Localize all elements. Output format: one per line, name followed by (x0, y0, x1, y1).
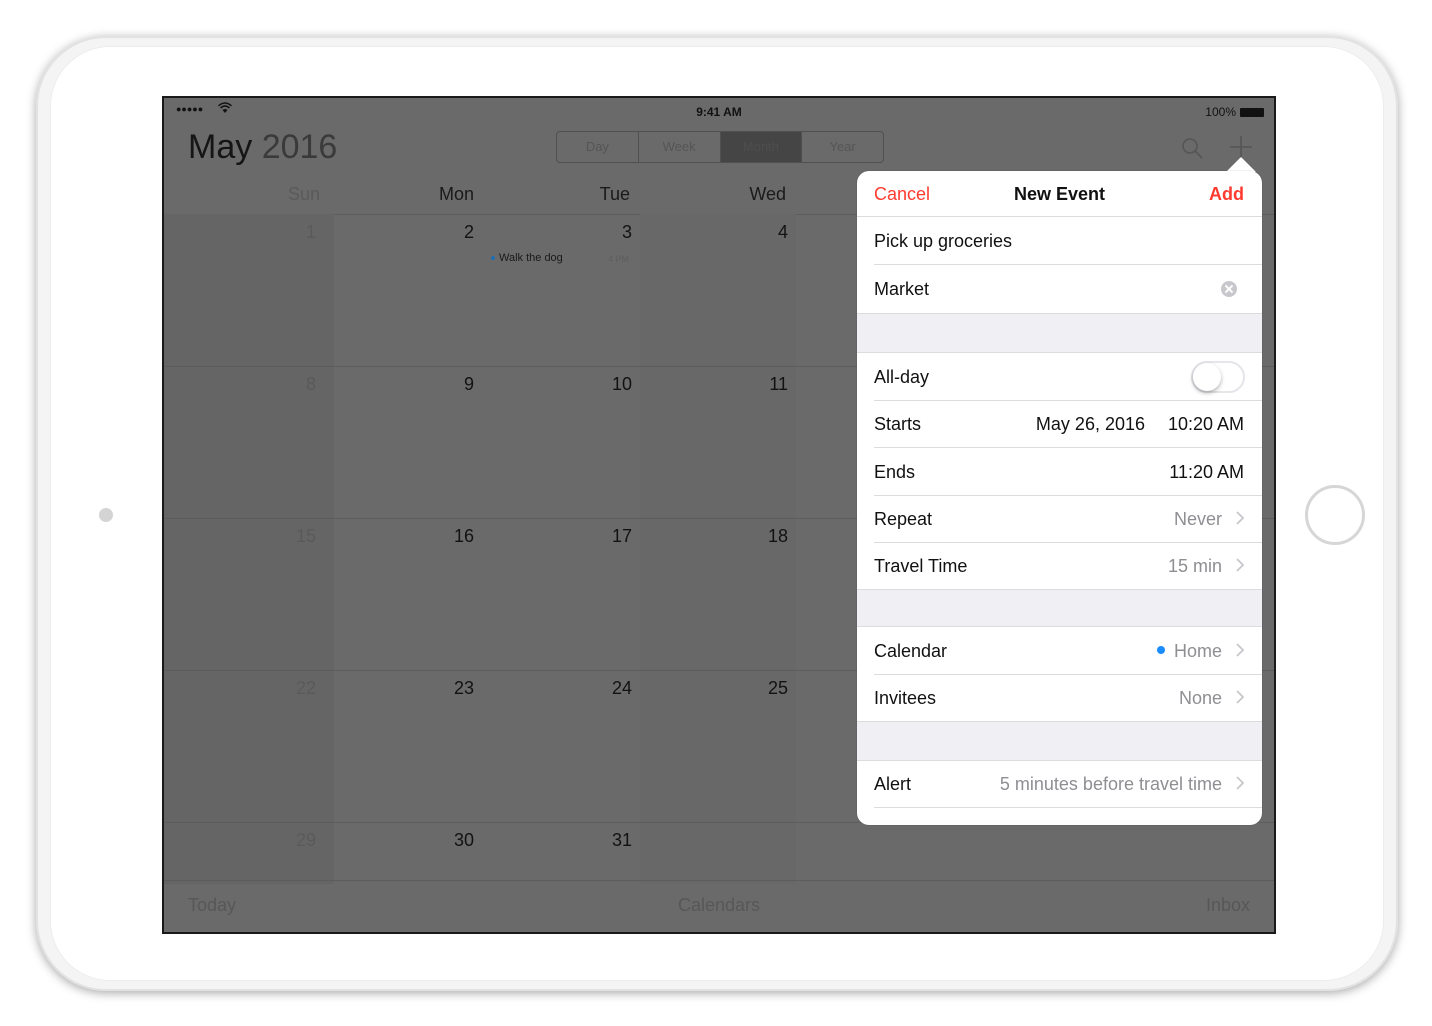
section-gap (857, 589, 1262, 627)
bottom-toolbar: Today Calendars Inbox (164, 880, 1274, 932)
day-cell[interactable]: 9 (434, 374, 474, 395)
weekday-column-shade (640, 214, 796, 884)
allday-toggle[interactable] (1191, 361, 1245, 393)
chevron-right-icon (1236, 643, 1244, 657)
calendar-row[interactable]: Calendar Home (857, 627, 1262, 675)
day-cell[interactable]: 8 (276, 374, 316, 395)
day-cell[interactable]: 25 (748, 678, 788, 699)
popover-title: New Event (1013, 184, 1106, 204)
home-button[interactable] (1305, 485, 1365, 545)
new-event-popover: Cancel New Event Add Pick up groceries M… (857, 171, 1262, 825)
invitees-row[interactable]: Invitees None (857, 674, 1262, 722)
chevron-right-icon (1236, 690, 1244, 704)
calendars-button[interactable]: Calendars (678, 895, 760, 916)
toggle-knob (1193, 363, 1221, 391)
section-gap (857, 721, 1262, 761)
day-cell[interactable]: 18 (748, 526, 788, 547)
weekday-wed: Wed (749, 184, 786, 204)
ends-time: 11:20 AM (1169, 462, 1244, 482)
location-value: Market (874, 279, 930, 299)
weekend-column (164, 214, 334, 884)
allday-label: All-day (874, 367, 930, 387)
starts-date: May 26, 2016 (1035, 414, 1145, 434)
section-gap (857, 313, 1262, 353)
starts-row[interactable]: Starts May 26, 2016 10:20 AM (857, 400, 1262, 448)
chevron-right-icon (1236, 511, 1244, 525)
alert-row[interactable]: Alert 5 minutes before travel time (857, 760, 1262, 808)
row-divider (874, 807, 1262, 808)
event-title: Walk the dog (499, 252, 563, 264)
travel-time-value: 15 min (1167, 556, 1222, 576)
popover-nav-bar: Cancel New Event Add (857, 171, 1262, 217)
battery-percent: 100% (1205, 105, 1236, 119)
weekday-tue: Tue (599, 184, 630, 204)
tab-day[interactable]: Day (557, 132, 639, 162)
day-cell[interactable]: 3 (592, 222, 632, 243)
inbox-button[interactable]: Inbox (1206, 895, 1250, 916)
page-title: May 2016 (188, 128, 337, 167)
starts-time: 10:20 AM (1167, 414, 1244, 434)
calendar-event[interactable]: Walk the dog (491, 252, 563, 264)
repeat-label: Repeat (874, 509, 933, 529)
popover-arrow (1226, 157, 1256, 172)
starts-label: Starts (874, 414, 922, 434)
repeat-row[interactable]: Repeat Never (857, 495, 1262, 543)
event-dot (491, 256, 495, 261)
day-cell[interactable]: 1 (276, 222, 316, 243)
travel-time-label: Travel Time (874, 556, 968, 576)
tab-year[interactable]: Year (802, 132, 883, 162)
tab-month[interactable]: Month (720, 132, 803, 162)
title-month: May (188, 128, 253, 166)
weekday-sun: Sun (287, 184, 320, 204)
calendar-color-dot (1156, 646, 1165, 655)
alert-label: Alert (874, 774, 912, 794)
day-cell[interactable]: 11 (748, 374, 788, 395)
allday-row: All-day (857, 353, 1262, 401)
day-cell[interactable]: 15 (276, 526, 316, 547)
invitees-value: None (1178, 688, 1222, 708)
day-cell[interactable]: 22 (276, 678, 316, 699)
clear-icon[interactable] (1221, 281, 1237, 297)
view-switcher: Day Week Month Year (556, 131, 884, 163)
search-icon[interactable] (1180, 136, 1204, 160)
status-bar: ●●●●● 9:41 AM 100% (164, 98, 1274, 124)
today-button[interactable]: Today (188, 895, 236, 916)
camera (99, 508, 113, 522)
tab-week[interactable]: Week (639, 132, 721, 162)
day-cell[interactable]: 10 (592, 374, 632, 395)
alert-value: 5 minutes before travel time (999, 774, 1222, 794)
add-button[interactable]: Add (1209, 184, 1244, 205)
event-title-field[interactable]: Pick up groceries (857, 217, 1262, 265)
day-cell[interactable]: 31 (592, 830, 632, 851)
ends-label: Ends (874, 462, 916, 482)
calendar-value: Home (1156, 641, 1222, 662)
calendar-value-text: Home (1173, 641, 1222, 661)
repeat-value: Never (1173, 509, 1222, 529)
day-cell[interactable]: 23 (434, 678, 474, 699)
day-cell[interactable]: 29 (276, 830, 316, 851)
battery-icon (1240, 108, 1264, 117)
calendar-label: Calendar (874, 641, 948, 661)
status-time: 9:41 AM (696, 105, 742, 119)
ends-row[interactable]: Ends 11:20 AM (857, 448, 1262, 496)
travel-time-row[interactable]: Travel Time 15 min (857, 542, 1262, 590)
day-cell[interactable]: 16 (434, 526, 474, 547)
day-cell[interactable]: 30 (434, 830, 474, 851)
day-cell[interactable]: 2 (434, 222, 474, 243)
chevron-right-icon (1236, 776, 1244, 790)
weekday-mon: Mon (438, 184, 474, 204)
day-cell[interactable]: 24 (592, 678, 632, 699)
event-time: 4 PM (608, 254, 630, 264)
chevron-right-icon (1236, 558, 1244, 572)
event-title-value: Pick up groceries (874, 231, 1013, 251)
title-year: 2016 (261, 128, 338, 166)
invitees-label: Invitees (874, 688, 937, 708)
location-field[interactable]: Market (857, 265, 1262, 313)
day-cell[interactable]: 17 (592, 526, 632, 547)
day-cell[interactable]: 4 (748, 222, 788, 243)
